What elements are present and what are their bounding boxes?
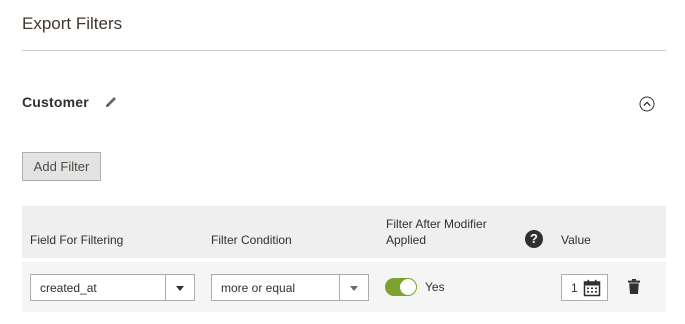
add-filter-button[interactable]: Add Filter bbox=[22, 152, 101, 181]
field-select[interactable]: created_at bbox=[30, 274, 195, 301]
column-header-field: Field For Filtering bbox=[30, 233, 124, 247]
table-row: created_at more or equal Yes 1 bbox=[22, 262, 666, 312]
group-title: Customer bbox=[22, 94, 89, 110]
condition-select-toggle[interactable] bbox=[339, 275, 368, 300]
toggle-knob bbox=[400, 279, 416, 295]
modifier-toggle-label: Yes bbox=[425, 280, 445, 294]
chevron-down-icon bbox=[176, 286, 184, 291]
trash-icon[interactable] bbox=[628, 279, 640, 294]
value-input[interactable]: 1 bbox=[561, 274, 608, 301]
chevron-down-icon bbox=[350, 286, 358, 291]
condition-select[interactable]: more or equal bbox=[211, 274, 369, 301]
field-select-value: created_at bbox=[40, 281, 97, 295]
value-input-text: 1 bbox=[571, 281, 578, 295]
help-icon[interactable]: ? bbox=[525, 230, 543, 248]
column-header-value: Value bbox=[561, 233, 591, 247]
section-divider bbox=[22, 50, 666, 51]
collapse-up-icon[interactable] bbox=[639, 96, 655, 112]
column-header-condition: Filter Condition bbox=[211, 233, 292, 247]
condition-select-value: more or equal bbox=[221, 281, 296, 295]
calendar-icon[interactable] bbox=[583, 279, 601, 297]
field-select-toggle[interactable] bbox=[165, 275, 194, 300]
column-header-modifier: Filter After Modifier Applied bbox=[386, 217, 487, 247]
filter-grid-header: Field For Filtering Filter Condition Fil… bbox=[22, 206, 666, 258]
section-title: Export Filters bbox=[22, 14, 123, 33]
modifier-toggle[interactable] bbox=[385, 278, 417, 296]
pencil-icon[interactable] bbox=[104, 95, 118, 109]
